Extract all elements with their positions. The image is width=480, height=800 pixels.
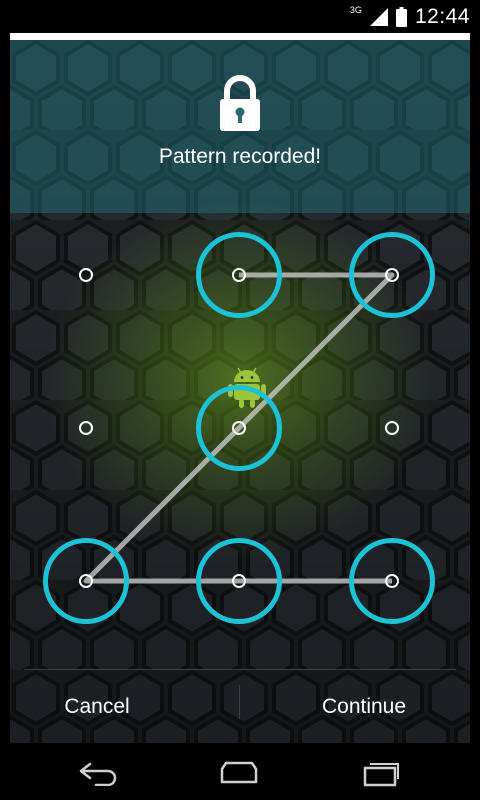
status-clock: 12:44 [414,4,470,28]
pattern-dot-9[interactable] [385,574,399,588]
battery-icon [395,6,407,27]
pattern-dot-3[interactable] [385,268,399,282]
continue-button[interactable]: Continue [240,670,470,743]
status-icons: 3G 12:44 [350,0,470,33]
back-icon [79,762,117,786]
home-button[interactable] [209,753,269,793]
pattern-dot-8[interactable] [232,574,246,588]
status-bar: 3G 12:44 [0,0,480,33]
pattern-dot-4[interactable] [79,421,93,435]
pattern-dot-7[interactable] [79,574,93,588]
pattern-dot-6[interactable] [385,421,399,435]
pattern-dot-1[interactable] [79,268,93,282]
recent-apps-icon [363,763,399,787]
signal-icon [369,7,388,26]
recent-apps-button[interactable] [351,753,411,793]
pattern-lock-screen: Pattern recorded! Cancel Continue [10,33,470,743]
pattern-dot-5[interactable] [232,421,246,435]
home-icon [220,761,258,784]
pattern-dot-2[interactable] [232,268,246,282]
navigation-bar [0,743,480,800]
cancel-button[interactable]: Cancel [10,670,239,743]
back-button[interactable] [69,753,129,793]
network-type-label: 3G [349,4,362,15]
